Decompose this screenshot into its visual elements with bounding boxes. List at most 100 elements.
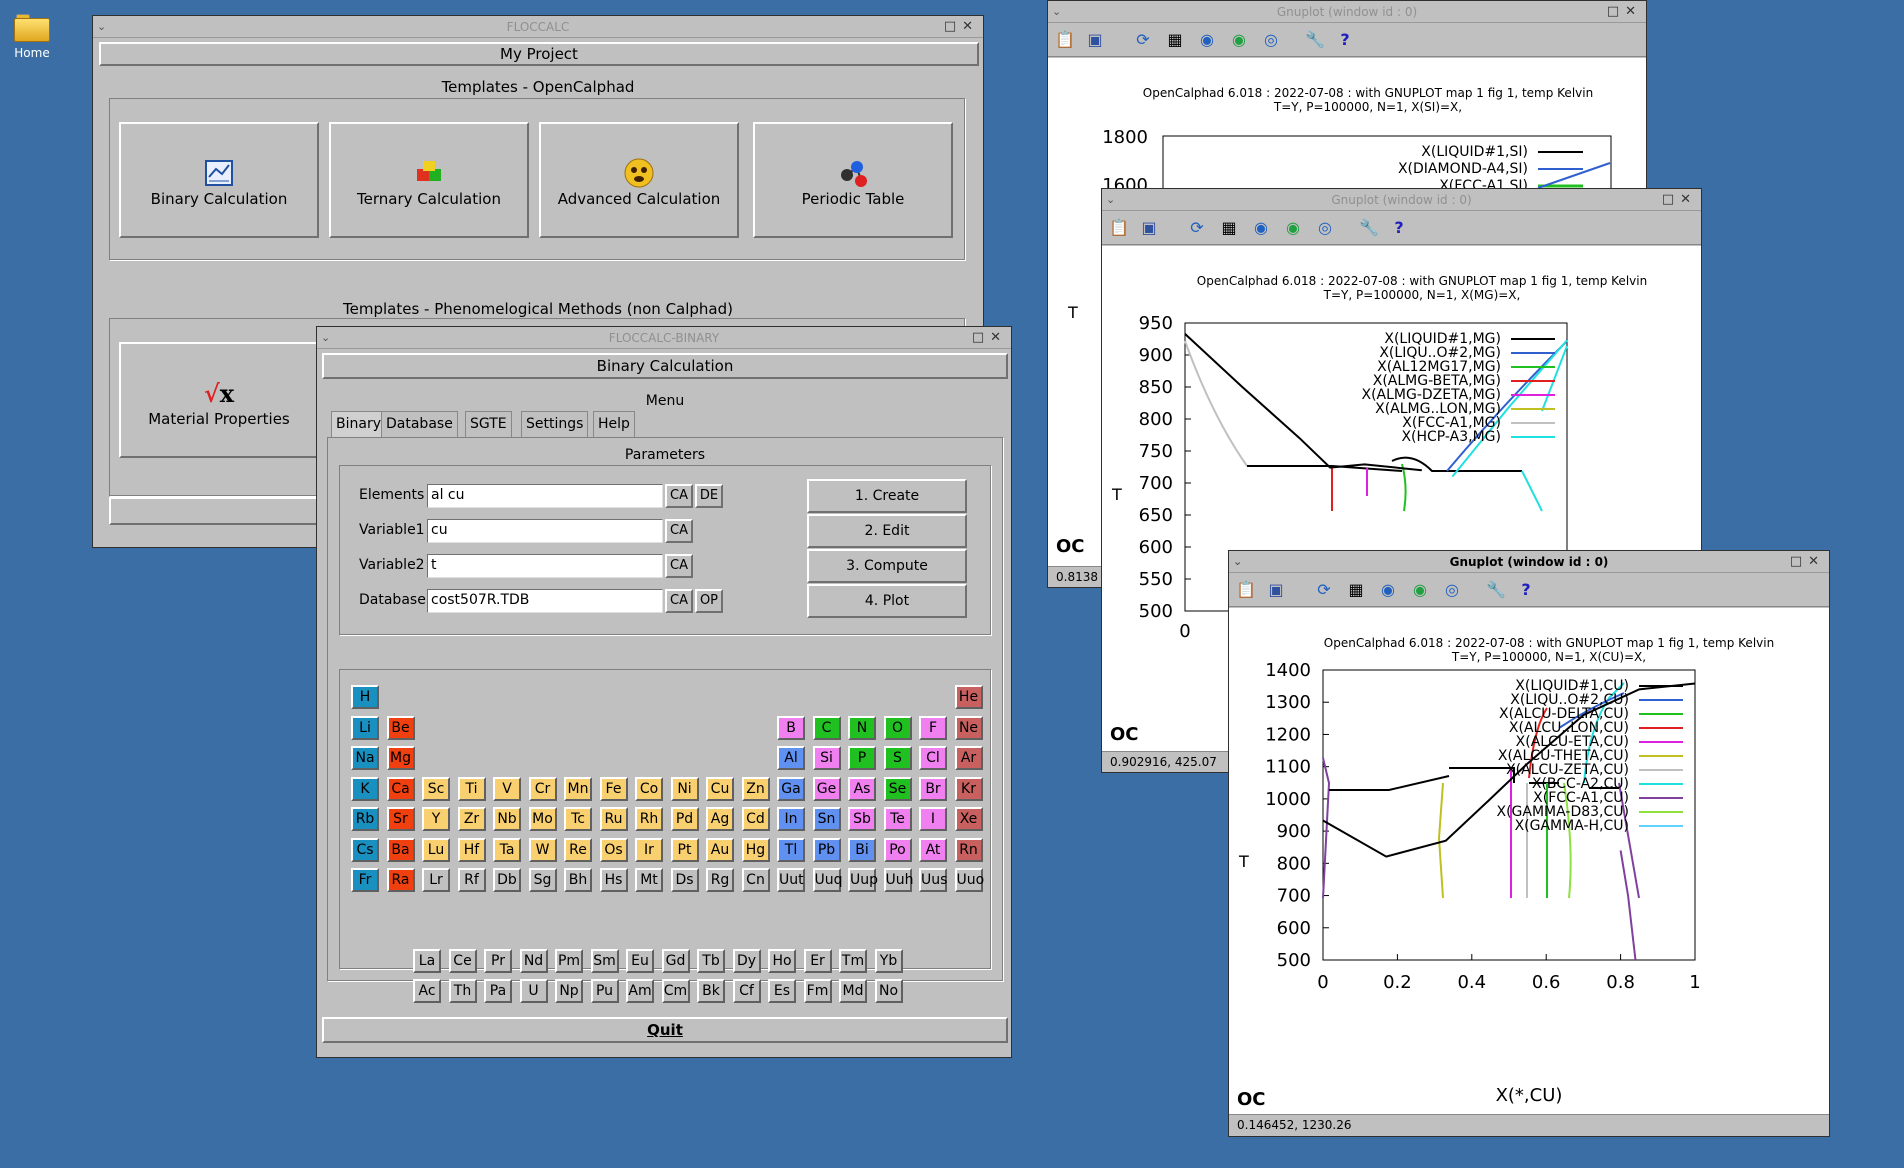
window-menu-icon[interactable]: ⌄ bbox=[321, 327, 330, 349]
element-uuh[interactable]: Uuh bbox=[883, 868, 914, 892]
element-h[interactable]: H bbox=[351, 685, 379, 709]
element-ru[interactable]: Ru bbox=[599, 807, 628, 831]
database-ca-button[interactable]: CA bbox=[665, 589, 693, 613]
settings-icon[interactable]: 🔧 bbox=[1304, 29, 1326, 51]
tab-help[interactable]: Help bbox=[593, 411, 635, 437]
element-ho[interactable]: Ho bbox=[768, 949, 796, 973]
element-rh[interactable]: Rh bbox=[635, 807, 663, 831]
elements-de-button[interactable]: DE bbox=[695, 484, 723, 508]
element-th[interactable]: Th bbox=[448, 979, 477, 1003]
element-au[interactable]: Au bbox=[706, 837, 734, 862]
element-as[interactable]: As bbox=[848, 776, 876, 801]
elements-input[interactable]: al cu bbox=[427, 484, 663, 508]
element-uut[interactable]: Uut bbox=[777, 868, 805, 892]
tab-database[interactable]: Database bbox=[381, 411, 458, 437]
element-tb[interactable]: Tb bbox=[697, 949, 725, 973]
element-re[interactable]: Re bbox=[564, 837, 592, 862]
element-ba[interactable]: Ba bbox=[386, 837, 415, 862]
element-lu[interactable]: Lu bbox=[422, 837, 450, 862]
element-br[interactable]: Br bbox=[919, 776, 947, 801]
element-rn[interactable]: Rn bbox=[954, 837, 983, 862]
element-ds[interactable]: Ds bbox=[670, 868, 699, 892]
binary-header-button[interactable]: Binary Calculation bbox=[322, 353, 1008, 379]
element-sr[interactable]: Sr bbox=[386, 807, 415, 831]
window-controls[interactable]: □✕ bbox=[1662, 189, 1697, 211]
plot-button[interactable]: 4. Plot bbox=[807, 584, 967, 618]
element-np[interactable]: Np bbox=[555, 979, 583, 1003]
element-er[interactable]: Er bbox=[803, 949, 832, 973]
element-ra[interactable]: Ra bbox=[386, 868, 415, 892]
home-desktop-icon[interactable]: Home bbox=[8, 12, 56, 60]
element-k[interactable]: K bbox=[351, 776, 379, 801]
element-ta[interactable]: Ta bbox=[493, 837, 521, 862]
settings-icon[interactable]: 🔧 bbox=[1358, 217, 1380, 239]
zoom-prev-icon[interactable]: ◉ bbox=[1377, 579, 1399, 601]
element-pd[interactable]: Pd bbox=[670, 807, 699, 831]
save-icon[interactable]: ▣ bbox=[1265, 579, 1287, 601]
tab-binary[interactable]: Binary bbox=[331, 411, 386, 437]
zoom-prev-icon[interactable]: ◉ bbox=[1196, 29, 1218, 51]
element-na[interactable]: Na bbox=[351, 746, 379, 770]
element-am[interactable]: Am bbox=[626, 979, 654, 1003]
grid-icon[interactable]: ▦ bbox=[1218, 217, 1240, 239]
element-hs[interactable]: Hs bbox=[599, 868, 628, 892]
database-op-button[interactable]: OP bbox=[695, 589, 723, 613]
element-v[interactable]: V bbox=[493, 776, 521, 801]
help-icon[interactable]: ? bbox=[1515, 579, 1537, 601]
element-he[interactable]: He bbox=[954, 685, 983, 709]
gnuplot2-titlebar[interactable]: ⌄ Gnuplot (window id : 0) □✕ bbox=[1102, 189, 1701, 211]
window-menu-icon[interactable]: ⌄ bbox=[1052, 1, 1061, 23]
tab-settings[interactable]: Settings bbox=[521, 411, 589, 437]
element-w[interactable]: W bbox=[528, 837, 557, 862]
gnuplot3-plot-area[interactable]: OpenCalphad 6.018 : 2022-07-08 : with GN… bbox=[1229, 608, 1829, 1114]
element-si[interactable]: Si bbox=[812, 746, 841, 770]
element-cd[interactable]: Cd bbox=[741, 807, 770, 831]
floccalc-titlebar[interactable]: ⌄ FLOCCALC □✕ bbox=[93, 16, 983, 38]
autoscale-icon[interactable]: ◎ bbox=[1441, 579, 1463, 601]
element-bk[interactable]: Bk bbox=[697, 979, 725, 1003]
element-eu[interactable]: Eu bbox=[626, 949, 654, 973]
element-sm[interactable]: Sm bbox=[590, 949, 619, 973]
variable1-ca-button[interactable]: CA bbox=[665, 519, 693, 543]
elements-ca-button[interactable]: CA bbox=[665, 484, 693, 508]
edit-button[interactable]: 2. Edit bbox=[807, 514, 967, 548]
window-menu-icon[interactable]: ⌄ bbox=[97, 16, 106, 38]
element-pu[interactable]: Pu bbox=[590, 979, 619, 1003]
material-properties-button[interactable]: √x Material Properties bbox=[119, 342, 319, 458]
element-uus[interactable]: Uus bbox=[919, 868, 947, 892]
element-mt[interactable]: Mt bbox=[635, 868, 663, 892]
autoscale-icon[interactable]: ◎ bbox=[1314, 217, 1336, 239]
element-ca[interactable]: Ca bbox=[386, 776, 415, 801]
element-pm[interactable]: Pm bbox=[555, 949, 583, 973]
element-f[interactable]: F bbox=[919, 715, 947, 740]
element-bi[interactable]: Bi bbox=[848, 837, 876, 862]
element-rg[interactable]: Rg bbox=[706, 868, 734, 892]
grid-icon[interactable]: ▦ bbox=[1164, 29, 1186, 51]
element-zr[interactable]: Zr bbox=[457, 807, 486, 831]
element-n[interactable]: N bbox=[848, 715, 876, 740]
copy-icon[interactable]: 📋 bbox=[1108, 217, 1130, 239]
element-uuo[interactable]: Uuo bbox=[954, 868, 984, 892]
element-cr[interactable]: Cr bbox=[528, 776, 557, 801]
element-nd[interactable]: Nd bbox=[519, 949, 548, 973]
window-menu-icon[interactable]: ⌄ bbox=[1106, 189, 1115, 211]
element-lr[interactable]: Lr bbox=[422, 868, 450, 892]
window-controls[interactable]: □✕ bbox=[1607, 1, 1642, 23]
element-se[interactable]: Se bbox=[883, 776, 912, 801]
periodic-table-button[interactable]: Periodic Table bbox=[753, 122, 953, 238]
copy-icon[interactable]: 📋 bbox=[1235, 579, 1257, 601]
element-ge[interactable]: Ge bbox=[812, 776, 841, 801]
window-controls[interactable]: □✕ bbox=[972, 327, 1007, 349]
zoom-prev-icon[interactable]: ◉ bbox=[1250, 217, 1272, 239]
element-os[interactable]: Os bbox=[599, 837, 628, 862]
element-ir[interactable]: Ir bbox=[635, 837, 663, 862]
element-ag[interactable]: Ag bbox=[706, 807, 734, 831]
tab-sgte[interactable]: SGTE bbox=[465, 411, 512, 437]
window-controls[interactable]: □✕ bbox=[1790, 551, 1825, 573]
binary-calculation-button[interactable]: Binary Calculation bbox=[119, 122, 319, 238]
element-te[interactable]: Te bbox=[883, 807, 912, 831]
element-rb[interactable]: Rb bbox=[351, 807, 379, 831]
zoom-next-icon[interactable]: ◉ bbox=[1282, 217, 1304, 239]
gnuplot3-titlebar[interactable]: ⌄ Gnuplot (window id : 0) □✕ bbox=[1229, 551, 1829, 573]
element-gd[interactable]: Gd bbox=[661, 949, 690, 973]
